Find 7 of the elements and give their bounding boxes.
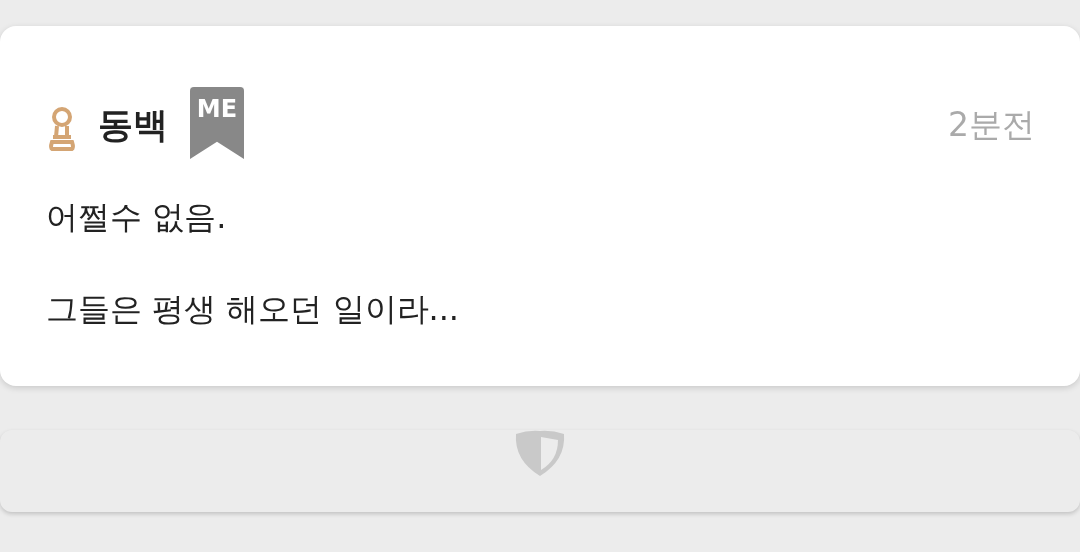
- shield-icon[interactable]: [514, 430, 566, 478]
- me-bookmark-badge: ME: [190, 87, 244, 159]
- post-time: 2분전: [948, 104, 1035, 146]
- author-name: 동백: [98, 104, 168, 147]
- post-text: 그들은 평생 해오던 일이라...: [46, 289, 461, 330]
- post-text: 어쩔수 없음.: [46, 197, 228, 238]
- pawn-icon: [46, 106, 78, 152]
